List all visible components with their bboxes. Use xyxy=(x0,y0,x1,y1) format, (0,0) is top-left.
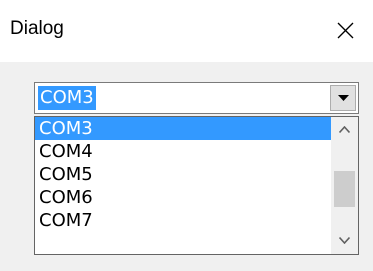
dialog-window: Dialog COM3 COM3 COM4 COM5 COM6 COM7 xyxy=(0,0,373,271)
scroll-up-button[interactable] xyxy=(331,117,358,143)
combo-dropdown-button[interactable] xyxy=(330,85,356,111)
list-item-com4[interactable]: COM4 xyxy=(35,140,331,163)
list-item-com6[interactable]: COM6 xyxy=(35,186,331,209)
list-item-com5[interactable]: COM5 xyxy=(35,163,331,186)
close-icon xyxy=(337,22,354,39)
port-list: COM3 COM4 COM5 COM6 COM7 xyxy=(35,117,331,254)
close-button[interactable] xyxy=(317,0,373,62)
vertical-scrollbar[interactable] xyxy=(331,117,358,254)
dropdown-arrow-icon xyxy=(338,95,349,101)
chevron-up-icon xyxy=(339,126,350,133)
scroll-down-button[interactable] xyxy=(331,228,358,254)
list-item-com3[interactable]: COM3 xyxy=(35,117,331,140)
com-port-combobox[interactable]: COM3 xyxy=(34,82,359,114)
dialog-title: Dialog xyxy=(10,18,64,39)
chevron-down-icon xyxy=(339,237,350,244)
list-item-com7[interactable]: COM7 xyxy=(35,209,331,232)
title-bar[interactable]: Dialog xyxy=(0,0,373,62)
combo-selected-value[interactable]: COM3 xyxy=(38,86,96,110)
combo-dropdown-list[interactable]: COM3 COM4 COM5 COM6 COM7 xyxy=(34,116,359,255)
scroll-thumb[interactable] xyxy=(334,171,355,207)
